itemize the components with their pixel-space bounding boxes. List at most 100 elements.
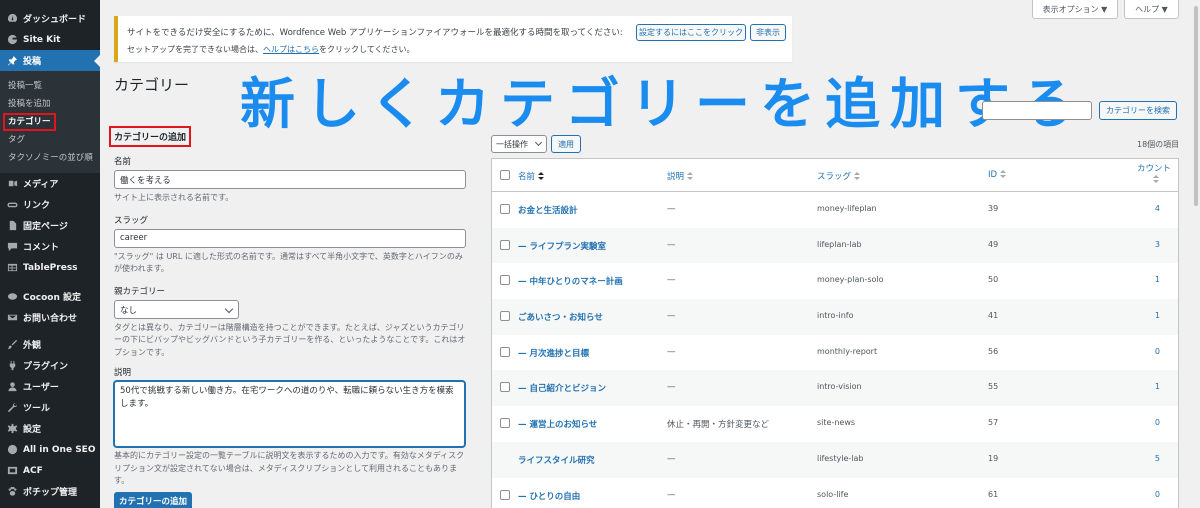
page-scrollbar[interactable] <box>1192 0 1200 508</box>
category-name-link[interactable]: お金と生活設計 <box>518 204 578 216</box>
sidebar-item-acf[interactable]: ACF <box>0 460 100 481</box>
category-table: 名前 説明 スラッグ ID カウント お金と生活設計 — money-lifepla… <box>491 158 1179 508</box>
category-count-link[interactable]: 3 <box>1136 240 1160 249</box>
category-name-link[interactable]: ライフスタイル研究 <box>518 454 595 466</box>
sidebar-item-tablepress[interactable]: TablePress <box>0 257 100 278</box>
notice-dismiss-button[interactable]: 非表示 <box>750 24 786 41</box>
page-icon <box>6 220 18 232</box>
apply-button[interactable]: 適用 <box>551 135 581 153</box>
sidebar-item-pochipp[interactable]: ポチップ管理 <box>0 481 100 502</box>
category-name-link[interactable]: ごあいさつ・お知らせ <box>518 311 603 323</box>
highlight-box: カテゴリー <box>3 113 56 131</box>
category-slug: money-plan-solo <box>817 275 884 285</box>
sidebar-item-dashboard[interactable]: ダッシュボード <box>0 8 100 29</box>
sidebar-item-users[interactable]: ユーザー <box>0 376 100 397</box>
screen-options-button[interactable]: 表示オプション ▼ <box>1032 0 1118 19</box>
sidebar-item-pages[interactable]: 固定ページ <box>0 215 100 236</box>
column-description[interactable]: 説明 <box>667 170 694 182</box>
sidebar-item-tools[interactable]: ツール <box>0 397 100 418</box>
column-slug[interactable]: スラッグ <box>817 170 861 182</box>
help-button[interactable]: ヘルプ ▼ <box>1124 0 1179 19</box>
submenu-all-posts[interactable]: 投稿一覧 <box>0 77 100 95</box>
notice-help-pre: セットアップを完了できない場合は、 <box>127 45 263 54</box>
sidebar-item-cocoon[interactable]: Cocoon 設定 <box>0 286 100 307</box>
admin-sidebar: ダッシュボード Site Kit 投稿 投稿一覧 投稿を追加 カテゴリー タグ … <box>0 0 100 508</box>
row-checkbox[interactable] <box>500 204 510 214</box>
category-count-link[interactable]: 5 <box>1136 454 1160 463</box>
row-checkbox[interactable] <box>500 418 510 429</box>
sidebar-item-sitekit[interactable]: Site Kit <box>0 29 100 50</box>
add-category-button[interactable]: カテゴリーの追加 <box>114 491 192 508</box>
submenu-categories[interactable]: カテゴリー <box>0 113 100 131</box>
category-id: 57 <box>988 418 999 428</box>
column-count[interactable]: カウント <box>1136 164 1172 186</box>
seo-icon <box>6 444 18 456</box>
table-row: — 運営上のお知らせ 休止・再開・方針変更など site-news 57 0 <box>492 406 1178 442</box>
sidebar-item-label: Site Kit <box>23 34 61 45</box>
bulk-action-select[interactable]: 一括操作 <box>491 135 547 153</box>
scrollbar-thumb[interactable] <box>1194 6 1198 206</box>
column-name[interactable]: 名前 <box>518 170 545 182</box>
parent-select[interactable]: なし <box>114 299 239 319</box>
category-count-link[interactable]: 4 <box>1136 204 1160 213</box>
category-count-link[interactable]: 1 <box>1136 382 1160 391</box>
search-input[interactable] <box>982 101 1092 120</box>
sidebar-item-links[interactable]: リンク <box>0 194 100 215</box>
pin-icon <box>6 55 18 67</box>
name-help: サイト上に表示される名前です。 <box>114 193 234 202</box>
sidebar-item-comments[interactable]: コメント <box>0 236 100 257</box>
sidebar-item-label: ACF <box>23 465 43 476</box>
sidebar-item-appearance[interactable]: 外観 <box>0 334 100 355</box>
item-count: 18個の項目 <box>1137 140 1180 149</box>
parent-label: 親カテゴリー <box>114 286 166 297</box>
table-header: 名前 説明 スラッグ ID カウント <box>492 159 1178 192</box>
row-checkbox[interactable] <box>500 239 510 250</box>
column-id[interactable]: ID <box>988 170 1007 180</box>
category-slug: site-news <box>817 418 856 428</box>
submenu-add-post[interactable]: 投稿を追加 <box>0 95 100 113</box>
submenu-tags[interactable]: タグ <box>0 131 100 149</box>
category-count-link[interactable]: 0 <box>1136 490 1160 499</box>
name-input[interactable]: 働くを考える <box>114 170 466 189</box>
row-checkbox[interactable] <box>500 346 510 357</box>
notice-setup-button[interactable]: 設定するにはここをクリック <box>636 24 746 41</box>
category-name-link[interactable]: — ひとりの自由 <box>518 490 580 502</box>
sidebar-item-posts[interactable]: 投稿 <box>0 50 100 71</box>
category-count-link[interactable]: 0 <box>1136 347 1160 356</box>
cocoon-icon <box>6 291 18 303</box>
sort-icon <box>1152 175 1159 184</box>
comment-icon <box>6 241 18 253</box>
category-description: — <box>667 382 676 393</box>
category-name-link[interactable]: — 月次進捗と目標 <box>518 347 589 359</box>
search-button[interactable]: カテゴリーを検索 <box>1099 101 1177 120</box>
brush-icon <box>6 339 18 351</box>
row-checkbox[interactable] <box>500 275 510 286</box>
sidebar-item-aioseo[interactable]: All in One SEO <box>0 439 100 460</box>
category-name-link[interactable]: — ライフプラン実験室 <box>518 240 606 252</box>
notice-help-link[interactable]: ヘルプはこちら <box>263 45 319 54</box>
category-slug: money-lifeplan <box>817 204 877 213</box>
sidebar-item-media[interactable]: メディア <box>0 173 100 194</box>
submenu-taxonomy-order[interactable]: タクソノミーの並び順 <box>0 149 100 167</box>
category-name-link[interactable]: — 運営上のお知らせ <box>518 418 597 430</box>
category-description: — <box>667 275 676 286</box>
category-name-link[interactable]: — 自己紹介とビジョン <box>518 382 606 394</box>
select-all-checkbox[interactable] <box>500 170 510 180</box>
category-count-link[interactable]: 1 <box>1136 275 1160 284</box>
row-checkbox[interactable] <box>500 382 510 393</box>
category-count-link[interactable]: 1 <box>1136 311 1160 320</box>
category-name-link[interactable]: — 中年ひとりのマネー計画 <box>518 275 623 287</box>
sort-icon <box>1000 170 1007 179</box>
name-label: 名前 <box>114 157 132 167</box>
sidebar-item-plugins[interactable]: プラグイン <box>0 355 100 376</box>
sidebar-item-settings[interactable]: 設定 <box>0 418 100 439</box>
slug-label: スラッグ <box>114 215 149 226</box>
description-help: 基本的にカテゴリー設定の一覧テーブルに説明文を表示するための入力です。有効なメタ… <box>114 451 465 485</box>
category-description: 休止・再開・方針変更など <box>667 420 770 431</box>
slug-input[interactable]: career <box>114 228 466 248</box>
row-checkbox[interactable] <box>500 489 510 500</box>
sidebar-item-contact[interactable]: お問い合わせ <box>0 307 100 328</box>
description-textarea[interactable]: 50代で挑戦する新しい働き方。在宅ワークへの道のりや、転職に頼らない生き方を模索… <box>114 381 465 447</box>
category-count-link[interactable]: 0 <box>1136 418 1160 427</box>
row-checkbox[interactable] <box>500 311 510 322</box>
